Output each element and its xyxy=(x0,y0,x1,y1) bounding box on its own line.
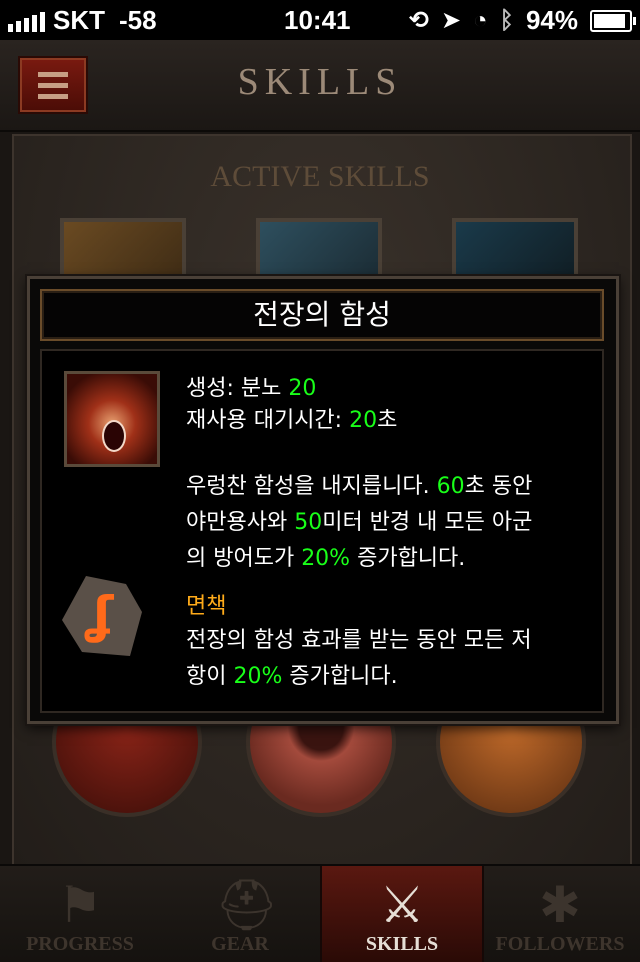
rune-text: 증가합니다. xyxy=(282,664,398,689)
tab-gear[interactable]: ⛑ GEAR xyxy=(160,866,320,962)
tooltip-body: 생성: 분노 20 재사용 대기시간: 20초 우렁찬 함성을 내지릅니다. 6… xyxy=(40,349,604,713)
cooldown-line: 재사용 대기시간: 20초 xyxy=(186,403,397,439)
status-left: SKT -58 xyxy=(8,5,157,36)
desc-text: 의 방어도가 xyxy=(186,546,302,571)
rune-icon: ʆ xyxy=(62,576,142,656)
cooldown-unit: 초 xyxy=(377,408,398,433)
signal-strength: -58 xyxy=(119,5,157,35)
description-line-1: 우렁찬 함성을 내지릅니다. 60초 동안 xyxy=(186,469,532,505)
tab-label: SKILLS xyxy=(365,933,439,955)
tab-bar: ⚑ PROGRESS ⛑ GEAR ⚔ SKILLS ✱ FOLLOWERS xyxy=(0,864,640,962)
skill-tooltip[interactable]: 전장의 함성 생성: 분노 20 재사용 대기시간: 20초 우렁찬 함성을 내… xyxy=(27,276,619,724)
desc-highlight: 60 xyxy=(436,474,465,499)
description-line-3: 의 방어도가 20% 증가합니다. xyxy=(186,541,465,577)
asterisk-icon: ✱ xyxy=(539,877,581,933)
desc-text: 증가합니다. xyxy=(350,546,466,571)
helmet-icon: ⛑ xyxy=(215,877,279,933)
generate-value: 20 xyxy=(288,376,317,401)
desc-highlight: 20% xyxy=(301,546,351,571)
rune-glyph-icon: ʆ xyxy=(86,586,114,644)
desc-highlight: 50 xyxy=(294,510,323,535)
desc-text: 우렁찬 함성을 내지릅니다. xyxy=(186,474,437,499)
bluetooth-icon: ᛒ xyxy=(499,6,514,34)
carrier-label: SKT xyxy=(53,5,105,35)
tooltip-header: 전장의 함성 xyxy=(40,289,604,341)
rune-highlight: 20% xyxy=(233,664,283,689)
battery-icon xyxy=(590,9,636,32)
clock: 10:41 xyxy=(284,5,351,35)
rune-line-1: 전장의 함성 효과를 받는 동안 모든 저 xyxy=(186,628,532,653)
tab-label: PROGRESS xyxy=(26,933,134,955)
tab-skills[interactable]: ⚔ SKILLS xyxy=(320,866,484,962)
tab-label: FOLLOWERS xyxy=(495,933,625,955)
battle-rage-skill-icon xyxy=(64,371,160,467)
alarm-icon: ◔ xyxy=(473,6,488,34)
rune-name: 면책 xyxy=(186,594,227,619)
generate-line: 생성: 분노 20 xyxy=(186,371,316,407)
page-title: SKILLS xyxy=(237,61,403,103)
cooldown-value: 20 xyxy=(349,408,378,433)
cooldown-label: 재사용 대기시간: xyxy=(186,408,350,433)
battery-percent: 94% xyxy=(525,5,578,35)
rotation-lock-icon: ⟲ xyxy=(408,6,429,34)
desc-text: 초 동안 xyxy=(464,474,533,499)
tab-label: GEAR xyxy=(211,933,269,955)
status-bar: SKT -58 10:41 ⟲ ➤ ◔ ᛒ 94% xyxy=(0,0,640,40)
section-title: ACTIVE SKILLS xyxy=(210,160,430,193)
desc-text: 미터 반경 내 모든 아군 xyxy=(322,510,533,535)
description-line-2: 야만용사와 50미터 반경 내 모든 아군 xyxy=(186,505,532,541)
status-right: ⟲ ➤ ◔ ᛒ 94% xyxy=(408,5,636,36)
shout-face-icon xyxy=(102,420,126,452)
tab-progress[interactable]: ⚑ PROGRESS xyxy=(0,866,160,962)
rune-line-2: 항이 20% 증가합니다. xyxy=(186,659,398,695)
tab-followers[interactable]: ✱ FOLLOWERS xyxy=(480,866,640,962)
skill-name: 전장의 함성 xyxy=(253,298,391,331)
rune-text: 항이 xyxy=(186,664,234,689)
location-icon: ➤ xyxy=(440,6,462,34)
signal-icon xyxy=(8,10,45,32)
banner-icon: ⚑ xyxy=(57,877,103,933)
crossed-swords-icon: ⚔ xyxy=(379,877,425,933)
generate-label: 생성: 분노 xyxy=(186,376,289,401)
top-bar: SKILLS xyxy=(0,40,640,132)
desc-text: 야만용사와 xyxy=(186,510,295,535)
